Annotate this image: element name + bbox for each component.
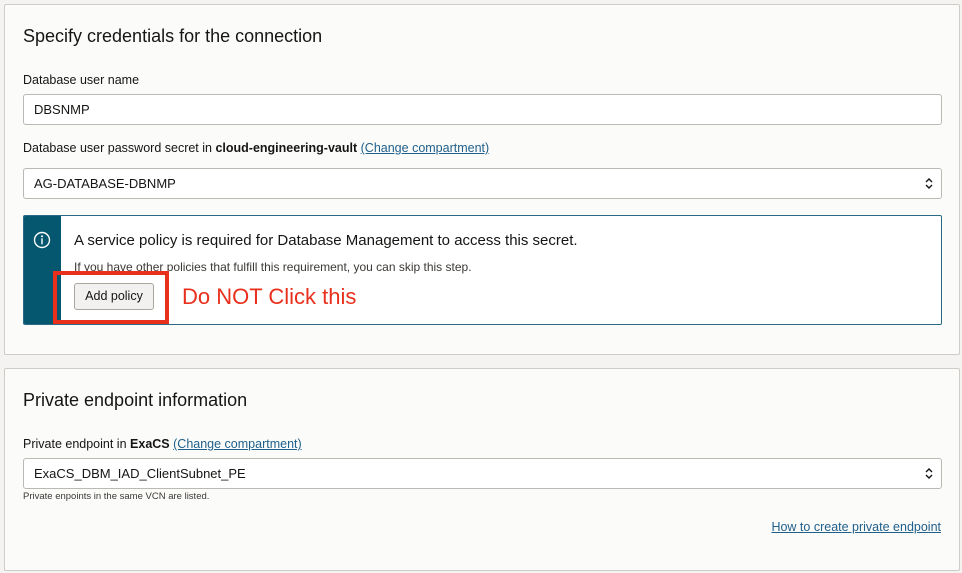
- private-endpoint-select[interactable]: ExaCS_DBM_IAD_ClientSubnet_PE: [23, 458, 942, 489]
- vault-name: cloud-engineering-vault: [215, 141, 358, 155]
- secret-label: Database user password secret in cloud-e…: [23, 141, 489, 155]
- annotation-highlight-box: [53, 271, 169, 324]
- how-to-create-private-endpoint-link[interactable]: How to create private endpoint: [771, 520, 941, 534]
- secret-label-prefix: Database user password secret in: [23, 141, 212, 155]
- secret-select-value: AG-DATABASE-DBNMP: [34, 176, 176, 191]
- private-endpoint-title: Private endpoint information: [23, 390, 248, 410]
- secret-select[interactable]: AG-DATABASE-DBNMP: [23, 168, 942, 199]
- username-label: Database user name: [23, 73, 140, 87]
- private-endpoint-section: Private endpoint information Private end…: [4, 368, 960, 571]
- chevron-updown-icon: [925, 178, 933, 189]
- notice-heading: A service policy is required for Databas…: [74, 232, 578, 249]
- credentials-title: Specify credentials for the connection: [23, 26, 323, 46]
- chevron-updown-icon: [925, 468, 933, 479]
- change-compartment-link[interactable]: (Change compartment): [361, 141, 490, 155]
- info-circle-icon: [33, 231, 51, 249]
- private-endpoint-label: Private endpoint in ExaCS (Change compar…: [23, 437, 302, 451]
- pe-change-compartment-link[interactable]: (Change compartment): [173, 437, 302, 451]
- private-endpoint-select-value: ExaCS_DBM_IAD_ClientSubnet_PE: [34, 466, 246, 481]
- private-endpoint-hint: Private enpoints in the same VCN are lis…: [23, 491, 210, 502]
- private-endpoint-label-prefix: Private endpoint in: [23, 437, 127, 451]
- annotation-text: Do NOT Click this: [182, 284, 357, 309]
- compartment-name: ExaCS: [130, 437, 170, 451]
- username-input[interactable]: DBSNMP: [23, 94, 942, 125]
